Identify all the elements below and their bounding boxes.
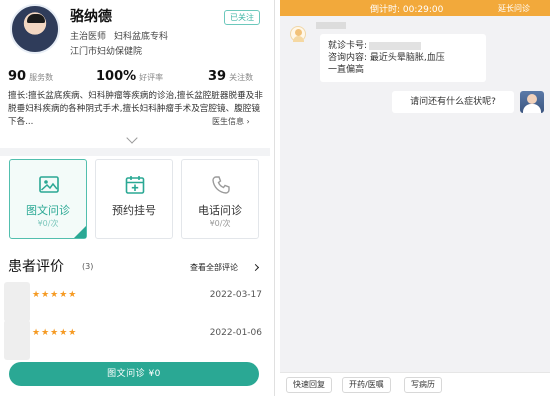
service-card-appointment[interactable]: 预约挂号 xyxy=(95,159,173,239)
stat-label: 服务数 xyxy=(29,73,54,82)
stat-value: 100% xyxy=(96,69,137,84)
quick-action-bar: 快速回复 开药/医嘱 写病历 xyxy=(280,372,550,396)
review-date: 2022-01-06 xyxy=(209,328,262,338)
service-price: ¥0/次 xyxy=(209,219,231,228)
reviewer-avatar-blurred xyxy=(4,320,30,360)
patient-avatar xyxy=(290,26,306,42)
service-card-phone-consult[interactable]: 电话问诊 ¥0/次 xyxy=(181,159,259,239)
reviews-title: 患者评价 xyxy=(8,259,64,275)
doctor-name: 骆纳德 xyxy=(70,9,112,25)
doctor-department: 妇科盆底专科 xyxy=(114,32,169,42)
doctor-profile-panel: 骆纳德 已关注 主治医师 妇科盆底专科 江门市妇幼保健院 90 服务数 100% 好评… xyxy=(0,0,270,396)
service-name: 预约挂号 xyxy=(112,204,156,217)
panel-gap xyxy=(270,0,280,396)
reviews-count: (3) xyxy=(82,262,94,271)
image-icon xyxy=(39,176,59,193)
patient-name-blurred xyxy=(316,22,346,29)
patient-message-bubble: 就诊卡号: 咨询内容: 最近头晕脑胀,血压 一直偏高 xyxy=(320,34,486,82)
selected-corner-icon xyxy=(74,226,86,238)
countdown-bar: 倒计时: 00:29:00 延长问诊 xyxy=(280,0,550,16)
service-name: 图文问诊 xyxy=(26,204,70,217)
doctor-title-line: 主治医师 妇科盆底专科 xyxy=(70,29,168,42)
chat-panel: 倒计时: 00:29:00 延长问诊 就诊卡号: 咨询内容: 最近头晕脑胀,血压… xyxy=(280,0,550,396)
stat-followers: 39 关注数 xyxy=(208,65,253,84)
review-item: ★★★★★ 2022-03-17 xyxy=(4,282,266,322)
extend-consult-link[interactable]: 延长问诊 xyxy=(498,3,530,14)
doctor-stats: 90 服务数 100% 好评率 39 关注数 xyxy=(8,65,264,84)
rating-stars: ★★★★★ xyxy=(32,328,78,338)
doctor-hospital: 江门市妇幼保健院 xyxy=(70,47,143,57)
stat-value: 90 xyxy=(8,69,27,84)
reviewer-avatar-blurred xyxy=(4,282,30,322)
stat-services: 90 服务数 xyxy=(8,65,53,84)
review-item: ★★★★★ 2022-01-06 xyxy=(4,320,266,360)
card-label: 就诊卡号: xyxy=(328,41,368,51)
doctor-info-link[interactable]: 医生信息 › xyxy=(212,116,250,127)
stat-rating: 100% 好评率 xyxy=(96,65,163,84)
start-consult-button[interactable]: 图文问诊 ¥0 xyxy=(9,362,259,386)
service-name: 电话问诊 xyxy=(198,204,242,217)
panel-divider xyxy=(274,0,275,396)
phone-icon xyxy=(212,176,230,194)
chevron-right-icon[interactable] xyxy=(251,263,260,272)
countdown-timer: 倒计时: 00:29:00 xyxy=(370,5,444,15)
rating-stars: ★★★★★ xyxy=(32,290,78,300)
message-line: 一直偏高 xyxy=(328,65,365,75)
app-root: 骆纳德 已关注 主治医师 妇科盆底专科 江门市妇幼保健院 90 服务数 100% 好评… xyxy=(0,0,550,396)
chevron-down-icon[interactable] xyxy=(126,132,138,144)
doctor-avatar xyxy=(10,4,60,54)
doctor-title: 主治医师 xyxy=(70,32,107,42)
doctor-message-bubble: 请问还有什么症状呢? xyxy=(392,91,514,113)
message-line: 咨询内容: 最近头晕脑胀,血压 xyxy=(328,53,445,63)
follow-status-badge[interactable]: 已关注 xyxy=(224,10,260,25)
stat-label: 好评率 xyxy=(139,73,164,82)
stat-value: 39 xyxy=(208,69,227,84)
quick-reply-button[interactable]: 快速回复 xyxy=(286,377,332,393)
see-all-reviews-link[interactable]: 查看全部评论 xyxy=(190,262,238,273)
stat-label: 关注数 xyxy=(229,73,254,82)
message-line: 就诊卡号: xyxy=(328,40,478,52)
service-card-image-consult[interactable]: 图文问诊 ¥0/次 xyxy=(9,159,87,239)
prescribe-button[interactable]: 开药/医嘱 xyxy=(342,377,391,393)
calendar-plus-icon xyxy=(125,176,145,194)
write-record-button[interactable]: 写病历 xyxy=(404,377,442,393)
card-number-blurred xyxy=(369,41,422,50)
section-divider xyxy=(0,148,270,156)
doctor-chat-avatar xyxy=(520,91,544,113)
review-date: 2022-03-17 xyxy=(209,290,262,300)
